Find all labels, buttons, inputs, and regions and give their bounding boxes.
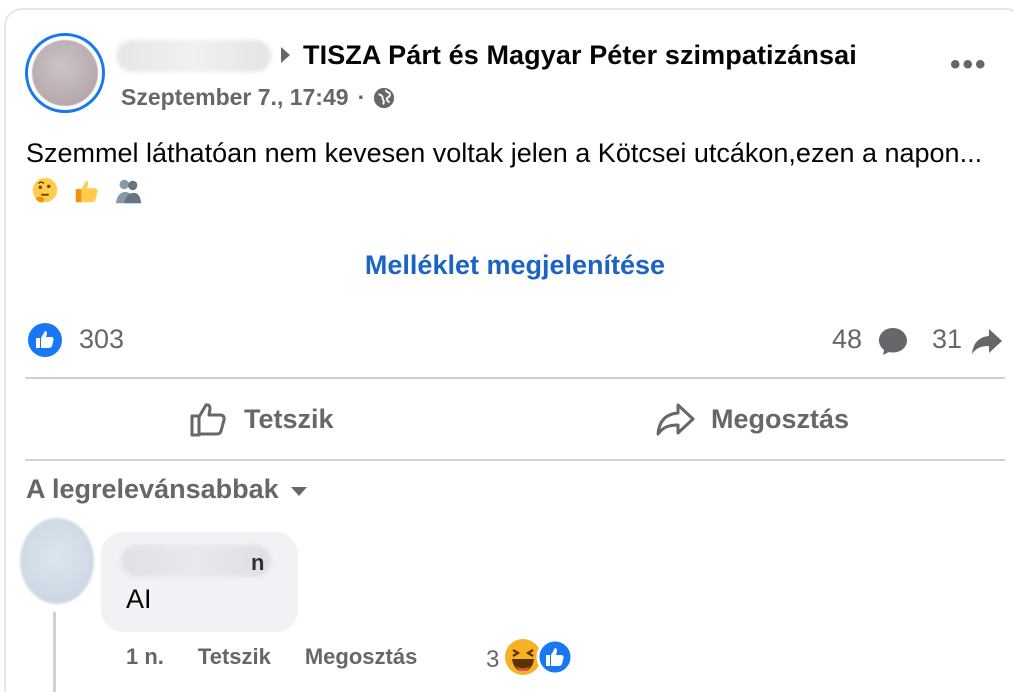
thinking-face-icon	[32, 177, 58, 203]
meta-separator: ·	[357, 84, 366, 110]
like-reaction-icon[interactable]	[27, 322, 63, 358]
thumbs-up-icon	[75, 180, 98, 203]
like-reaction-small-icon[interactable]	[535, 637, 575, 677]
share-outline-icon	[656, 403, 695, 436]
commenter-avatar[interactable]	[20, 518, 94, 604]
group-name-link[interactable]: TISZA Párt és Magyar Péter szimpatizánsa…	[303, 40, 857, 71]
share-arrow-icon[interactable]	[970, 324, 1004, 358]
more-dots-icon[interactable]: •••	[950, 50, 988, 80]
comment-reaction-count[interactable]: 3	[486, 646, 499, 674]
poster-name-redacted[interactable]	[116, 40, 271, 72]
comment-like-button[interactable]: Tetszik	[198, 644, 271, 670]
comment-time[interactable]: 1 n.	[126, 644, 164, 670]
post-timestamp[interactable]: Szeptember 7., 17:49	[121, 84, 349, 111]
like-button[interactable]: Tetszik	[188, 397, 334, 441]
show-attachment-link[interactable]: Melléklet megjelenítése	[0, 250, 1014, 281]
like-button-label: Tetszik	[244, 403, 334, 434]
thread-line	[53, 612, 56, 692]
divider-top	[25, 377, 1005, 379]
comment-share-button[interactable]: Megosztás	[305, 644, 417, 670]
comment-count[interactable]: 48	[832, 324, 862, 355]
share-button[interactable]: Megosztás	[655, 397, 849, 441]
commenter-name-tail: n	[251, 550, 265, 575]
divider-bottom	[25, 459, 1005, 461]
comment-text: AI	[126, 584, 152, 614]
post-text: Szemmel láthatóan nem kevesen voltak jel…	[26, 138, 983, 168]
commenter-name-redacted[interactable]	[121, 545, 271, 577]
reactions-summary: 303 48 31	[27, 320, 1012, 360]
comment-sort-dropdown[interactable]: A legrelevánsabbak	[26, 474, 307, 505]
reaction-count[interactable]: 303	[79, 324, 124, 355]
comment-actions: 1 n. Tetszik Megosztás	[126, 644, 451, 670]
comment-bubble-icon[interactable]	[877, 325, 909, 357]
people-hugging-icon	[115, 179, 142, 204]
comment-bubble: n AI	[101, 532, 298, 632]
share-button-label: Megosztás	[711, 403, 850, 434]
share-count[interactable]: 31	[932, 324, 962, 355]
caret-down-icon	[290, 487, 307, 496]
poster-avatar[interactable]	[25, 33, 105, 113]
post-body: Szemmel láthatóan nem kevesen voltak jel…	[26, 134, 996, 210]
globe-icon	[374, 87, 395, 108]
post-meta: Szeptember 7., 17:49 ·	[121, 84, 395, 111]
thumbs-up-outline-icon	[190, 403, 226, 437]
caret-right-icon	[281, 47, 290, 63]
sort-label: A legrelevánsabbak	[26, 474, 279, 504]
